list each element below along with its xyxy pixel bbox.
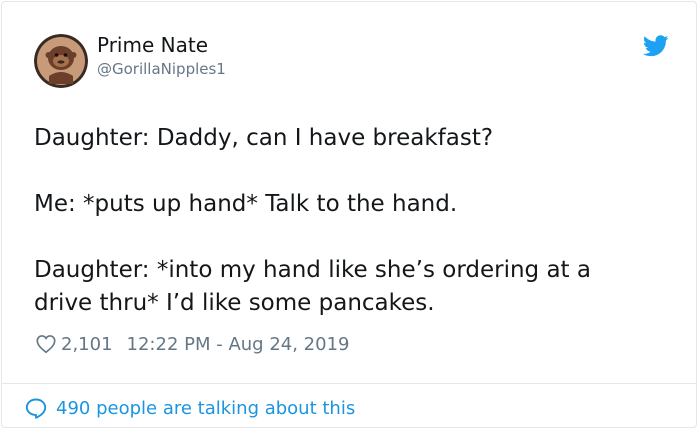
tweet-text: Daughter: Daddy, can I have breakfast? M…	[34, 122, 654, 320]
tweet-line-3: Daughter: *into my hand like she’s order…	[34, 257, 591, 283]
gorilla-avatar-icon	[34, 34, 88, 88]
tweet-card: Prime Nate @GorillaNipples1 Daughter: Da…	[1, 1, 697, 428]
tweet-line-2: Me: *puts up hand* Talk to the hand.	[34, 191, 458, 217]
speech-bubble-icon	[25, 398, 47, 419]
tweet-line-4: drive thru* I’d like some pancakes.	[34, 290, 435, 316]
conversation-label[interactable]: 490 people are talking about this	[56, 398, 355, 419]
author-name[interactable]: Prime Nate	[97, 33, 208, 57]
like-count[interactable]: 2,101	[61, 334, 113, 355]
tweet-timestamp[interactable]: 12:22 PM - Aug 24, 2019	[127, 334, 350, 355]
twitter-bird-icon[interactable]	[642, 35, 669, 57]
conversation-link[interactable]: 490 people are talking about this	[24, 394, 355, 422]
twitter-bird-svg	[642, 35, 669, 57]
tweet-meta: 2,101 12:22 PM - Aug 24, 2019	[35, 332, 349, 356]
tweet-line-1: Daughter: Daddy, can I have breakfast?	[34, 125, 494, 151]
author-handle[interactable]: @GorillaNipples1	[97, 60, 226, 78]
author-avatar[interactable]	[34, 34, 88, 88]
footer-divider	[2, 383, 696, 384]
heart-outline-icon[interactable]	[35, 333, 57, 355]
